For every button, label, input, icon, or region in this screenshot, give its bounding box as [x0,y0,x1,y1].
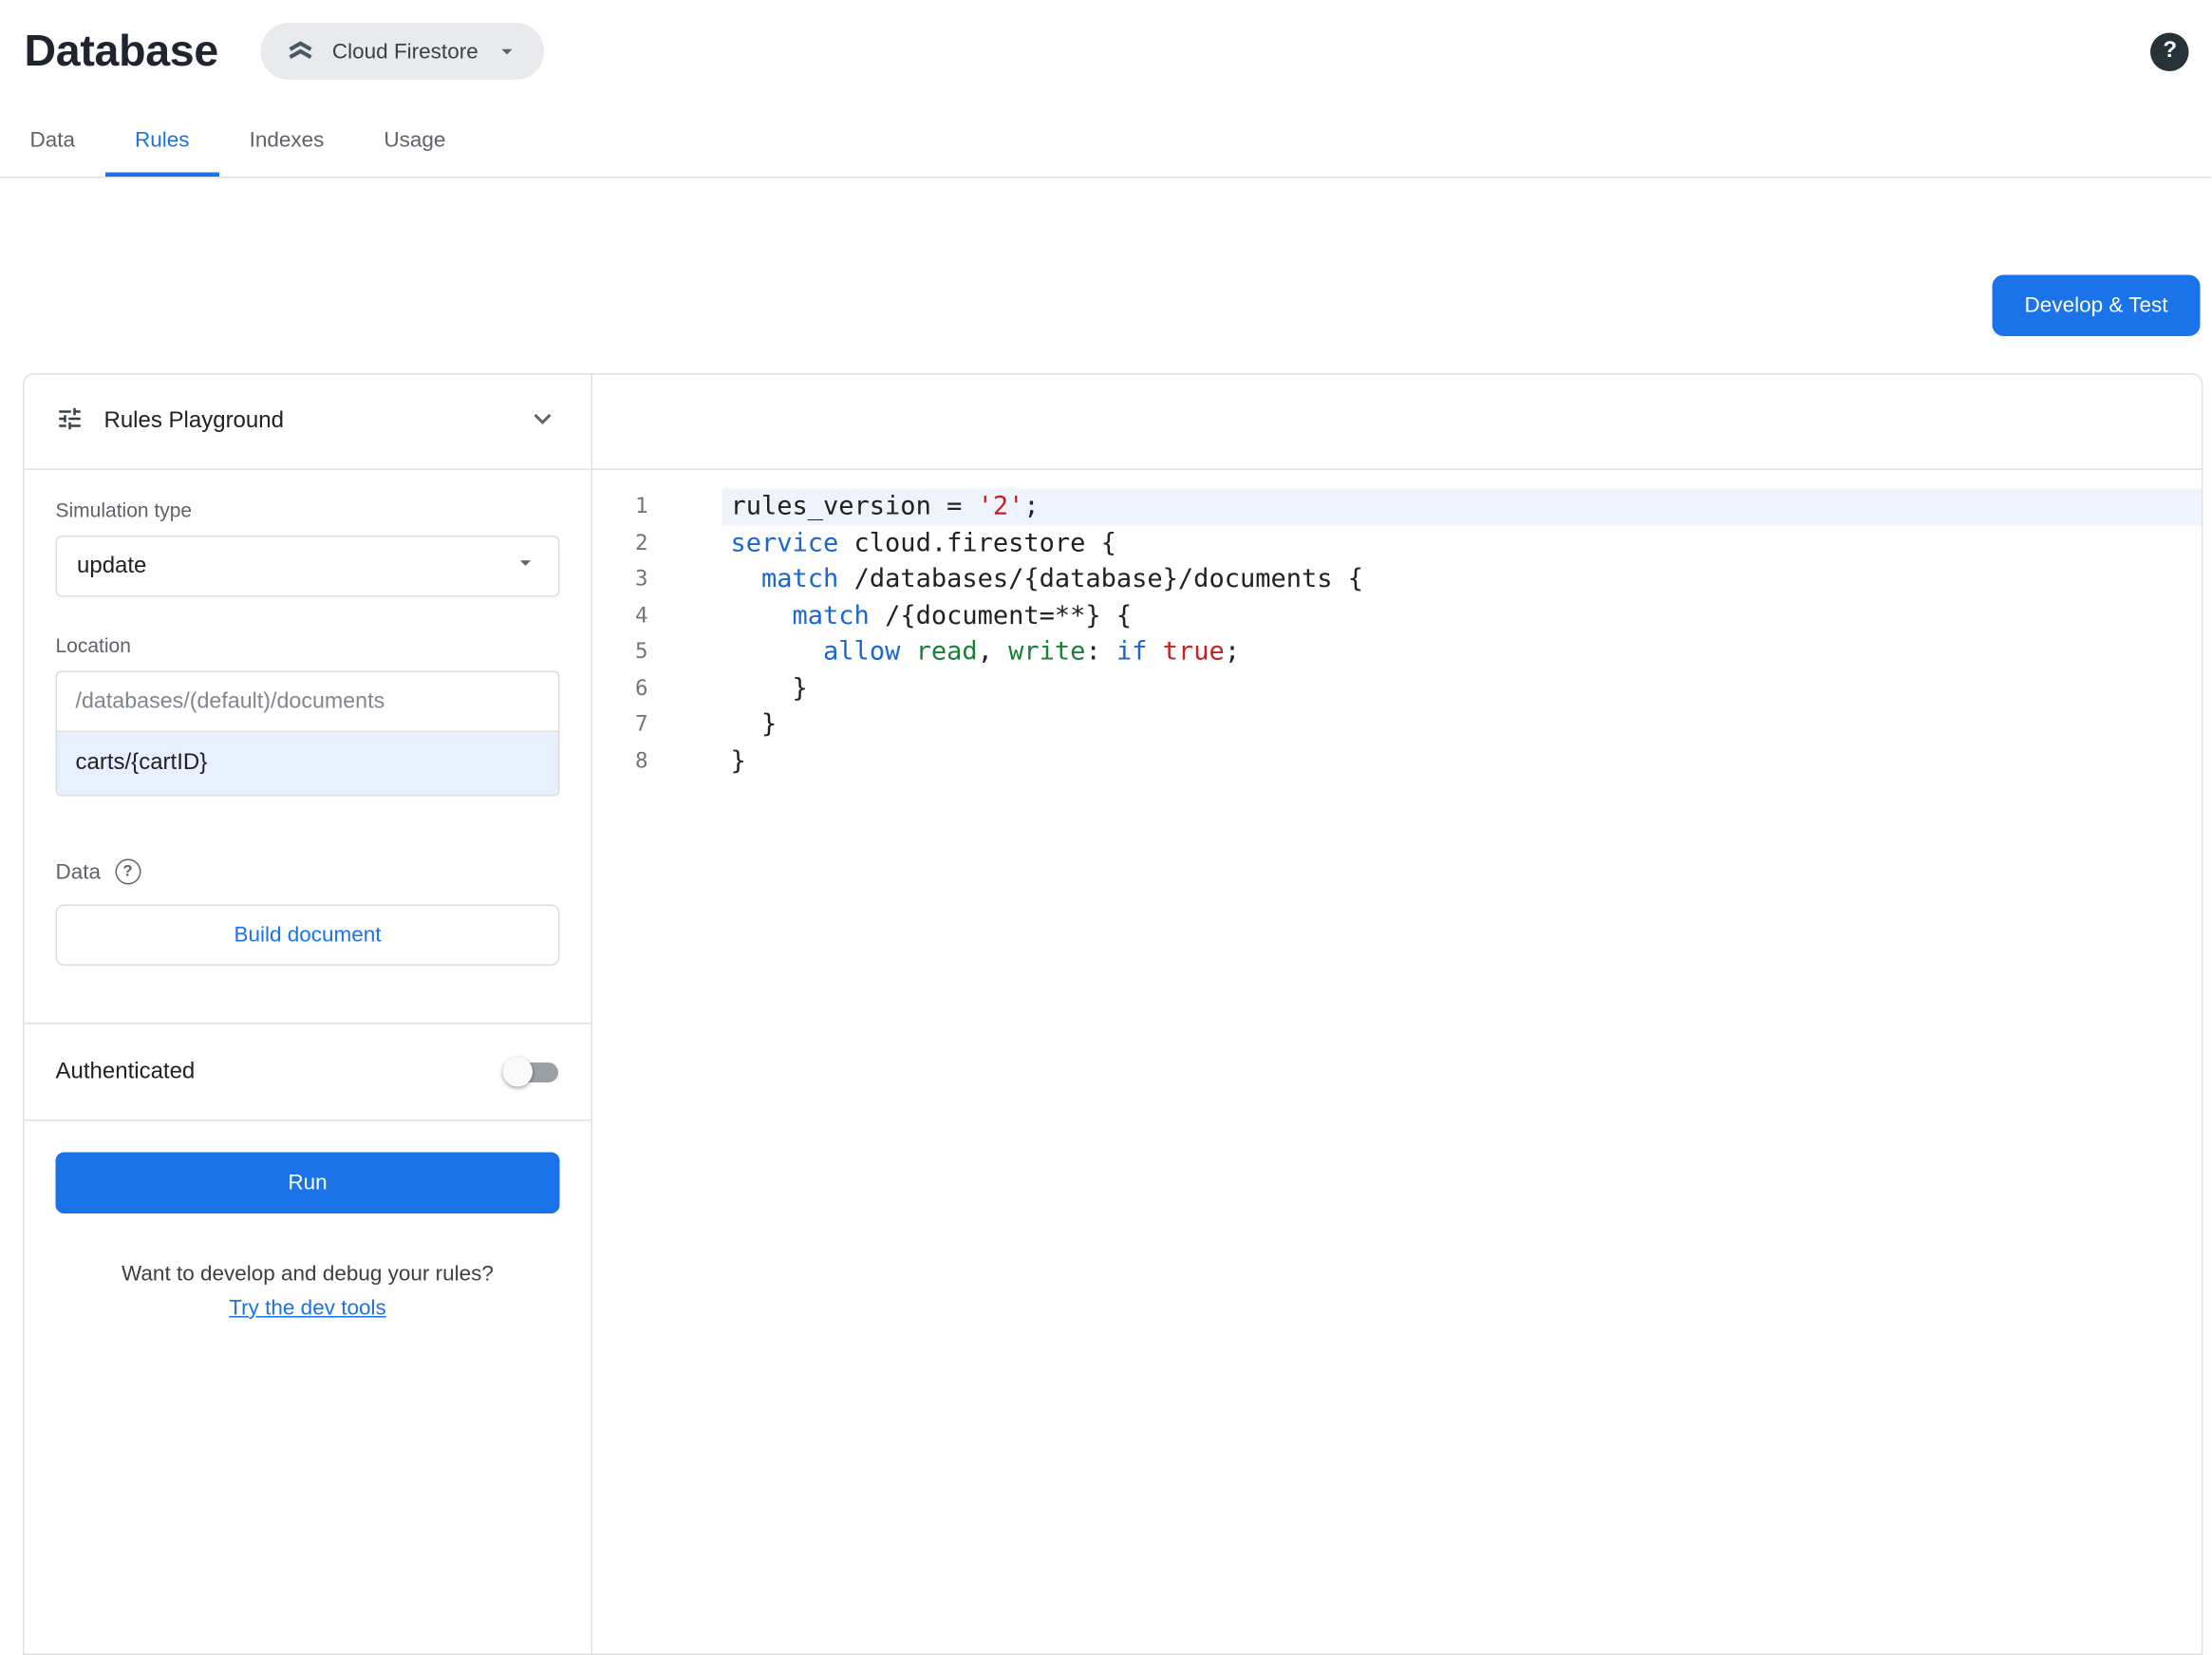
simulation-type-label: Simulation type [55,498,193,521]
code-row: 2 service cloud.firestore { [592,525,2202,561]
authenticated-toggle[interactable] [502,1056,560,1087]
code-line[interactable]: match /{document=**} { [722,597,2203,633]
code-row: 1 rules_version = '2'; [592,488,2203,525]
tune-icon [56,404,84,440]
run-section: Run Want to develop and debug your rules… [25,1121,591,1352]
code-line[interactable]: rules_version = '2'; [722,488,2203,525]
editor-toolbar [592,375,2203,470]
tab-rules[interactable]: Rules [104,103,220,177]
code-line[interactable]: } [722,670,2203,706]
develop-test-button[interactable]: Develop & Test [1992,274,2201,336]
authenticated-label: Authenticated [55,1059,196,1083]
line-number: 1 [634,493,648,518]
code-line[interactable]: allow read, write: if true; [722,634,2203,670]
simulation-section: Simulation type update Location /databas… [25,470,591,1023]
code-line[interactable]: service cloud.firestore { [722,525,2203,561]
dev-tools-prompt: Want to develop and debug your rules? [122,1262,494,1287]
run-button[interactable]: Run [55,1152,560,1213]
database-selector[interactable]: Cloud Firestore [260,23,544,80]
line-number: 8 [634,746,648,773]
tab-data[interactable]: Data [0,103,105,177]
code-row: 8} [592,743,2202,779]
rules-playground-title: Rules Playground [103,408,284,434]
firestore-rules-page: Database Cloud Firestore ? Data Rules In… [0,0,2212,1655]
line-number: 4 [634,601,648,628]
dropdown-arrow-icon [513,550,538,583]
code-row: 3 match /databases/{database}/documents … [592,561,2202,597]
rules-playground-panel: Rules Playground Simulation type update [24,374,592,1654]
editor-body[interactable]: 1 rules_version = '2'; 2 service cloud.fire… [592,470,2203,1654]
collapse-chevron-icon[interactable] [526,401,560,442]
code-row: 5 allow read, write: if true; [592,634,2202,670]
tab-usage[interactable]: Usage [354,103,476,177]
tab-indexes[interactable]: Indexes [219,103,354,177]
simulation-type-select[interactable]: update [55,536,560,597]
code-line[interactable]: match /databases/{database}/documents { [722,561,2203,597]
rules-editor: 1 rules_version = '2'; 2 service cloud.fire… [592,374,2203,1654]
page-title: Database [24,26,219,76]
data-help-icon[interactable]: ? [115,858,141,885]
chevron-down-icon [494,39,519,65]
simulation-type-value: update [77,553,147,578]
help-button[interactable]: ? [2150,31,2189,71]
authenticated-row: Authenticated [25,1025,591,1120]
dev-tools-link[interactable]: Try the dev tools [56,1296,560,1321]
toggle-thumb [502,1056,533,1086]
location-field: /databases/(default)/documents carts/{ca… [55,670,560,797]
rules-card: Rules Playground Simulation type update [23,373,2203,1655]
line-number: 3 [634,565,648,592]
line-number: 5 [634,638,648,664]
location-input[interactable]: carts/{cartID} [57,732,558,795]
line-number: 7 [634,710,648,737]
data-help-glyph: ? [122,863,133,880]
location-label: Location [55,633,131,657]
help-icon: ? [2163,38,2178,64]
database-selector-label: Cloud Firestore [331,39,478,64]
cloud-firestore-icon [285,36,316,67]
page-header: Database Cloud Firestore ? [0,0,2212,103]
data-row: Data ? [55,858,560,885]
line-number: 6 [634,674,648,701]
rules-playground-header[interactable]: Rules Playground [24,375,591,470]
code-line[interactable]: } [722,706,2203,743]
content-area: Develop & Test Rules Playground Simulati… [0,179,2212,1655]
line-number: 2 [634,529,648,555]
data-label: Data [55,859,102,884]
code-line[interactable]: } [722,743,2203,779]
location-base-path: /databases/(default)/documents [57,672,558,732]
code-row: 6 } [592,670,2202,706]
build-document-button[interactable]: Build document [55,904,560,966]
code-row: 7 } [592,706,2202,743]
code-row: 4 match /{document=**} { [592,597,2202,633]
tab-bar: Data Rules Indexes Usage [0,103,2212,179]
